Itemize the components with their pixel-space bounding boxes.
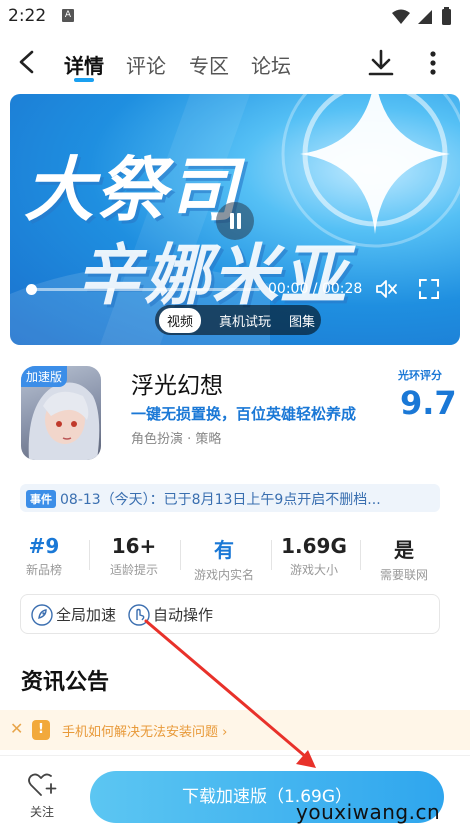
fullscreen-icon[interactable]: [418, 278, 440, 300]
feature-global-accel: 全局加速: [56, 606, 117, 624]
auto-operate-icon: [128, 604, 150, 626]
battery-icon: [442, 9, 451, 25]
stat-age-rating[interactable]: 16+ 适龄提示: [91, 534, 177, 578]
stat-value: 16+: [111, 534, 157, 558]
info-icon: !: [32, 720, 50, 740]
status-bar: 2:22 A: [0, 0, 470, 34]
tab-details[interactable]: 详情: [64, 50, 104, 79]
active-tab-indicator: [74, 78, 94, 82]
stat-label: 游戏内实名: [193, 568, 254, 582]
media-tab-video[interactable]: 视频: [159, 308, 202, 333]
tab-comments[interactable]: 评论: [126, 50, 166, 79]
stat-online[interactable]: 是 需要联网: [361, 534, 447, 583]
more-options-icon[interactable]: [423, 48, 443, 78]
follow-label: 关注: [29, 805, 54, 819]
news-section-title: 资讯公告: [21, 670, 110, 695]
rating-label: 光环评分: [398, 369, 442, 382]
stat-value: #9: [28, 534, 60, 558]
stat-label: 新品榜: [25, 563, 62, 577]
progress-knob[interactable]: [26, 284, 37, 295]
status-time: 2:22: [8, 6, 47, 26]
media-tab-gallery[interactable]: 图集: [289, 311, 315, 330]
feature-auto-operate: 自动操作: [153, 606, 214, 624]
follow-button[interactable]: 关注: [25, 771, 59, 823]
stat-label: 需要联网: [379, 568, 428, 582]
top-nav: 详情 评论 专区 论坛: [0, 38, 470, 86]
heart-plus-icon: [28, 773, 57, 796]
banner-title-line2: 辛娜米亚: [76, 237, 348, 314]
system-status-icons: [392, 7, 451, 25]
event-banner[interactable]: 事件 08-13（今天）：已于8月13日上午9点开启不删档...: [20, 484, 440, 512]
pause-icon[interactable]: [216, 202, 254, 240]
accelerated-badge: 加速版: [21, 366, 68, 387]
video-progress-bar[interactable]: [32, 288, 260, 291]
app-name: 浮光幻想: [131, 373, 223, 399]
media-tab-trial[interactable]: 真机试玩: [219, 311, 271, 330]
video-time: 00:00 / 00:28: [268, 281, 363, 297]
event-text: 08-13（今天）：已于8月13日上午9点开启不删档...: [60, 492, 381, 508]
notification-icon: A: [62, 9, 74, 22]
media-tabs: 视频 真机试玩 图集: [155, 305, 321, 335]
stat-value: 是: [394, 538, 414, 562]
close-icon[interactable]: ✕: [10, 719, 23, 738]
app-icon: 加速版: [21, 366, 101, 460]
install-help-tip[interactable]: ✕ ! 手机如何解决无法安装问题 ›: [0, 710, 470, 750]
tab-forum[interactable]: 论坛: [251, 50, 291, 79]
rating-value: 9.7: [400, 384, 457, 422]
stat-label: 适龄提示: [109, 563, 158, 577]
stat-value: 1.69G: [281, 534, 347, 558]
stat-real-name[interactable]: 有 游戏内实名: [181, 534, 267, 583]
banner-title-line1: 大祭司: [24, 149, 240, 231]
divider: [89, 540, 90, 570]
stat-label: 游戏大小: [289, 563, 338, 577]
watermark: youxiwang.cn: [296, 800, 441, 824]
download-icon[interactable]: [366, 48, 396, 78]
tip-text: 手机如何解决无法安装问题 ›: [62, 725, 228, 740]
stat-ranking[interactable]: #9 新品榜: [1, 534, 87, 578]
stat-size[interactable]: 1.69G 游戏大小: [271, 534, 357, 578]
signal-icon: [418, 10, 432, 24]
back-arrow-icon[interactable]: [12, 46, 42, 78]
event-tag: 事件: [26, 490, 56, 508]
feature-list: 全局加速 自动操作: [20, 594, 440, 634]
video-player[interactable]: 大祭司 辛娜米亚 00:00 / 00:28 视频 真机试玩 图集: [10, 94, 460, 345]
app-genre: 角色扮演 · 策略: [131, 432, 222, 447]
wifi-icon: [392, 9, 410, 24]
stat-value: 有: [214, 538, 234, 562]
tab-zone[interactable]: 专区: [189, 50, 229, 79]
mute-icon[interactable]: [374, 278, 398, 300]
app-slogan: 一键无损置换，百位英雄轻松养成: [131, 405, 357, 423]
rocket-icon: [31, 604, 53, 626]
